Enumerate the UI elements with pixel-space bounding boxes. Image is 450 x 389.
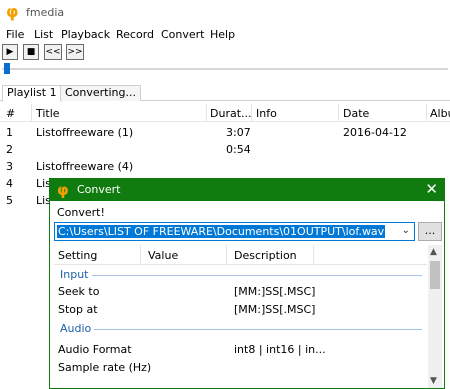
play-button[interactable]: ▶ xyxy=(2,44,18,60)
playlist-header: # Title Durat... Info Date Albu xyxy=(0,104,450,122)
col-header-number[interactable]: # xyxy=(6,107,15,120)
col-header-duration[interactable]: Durat... xyxy=(210,107,252,120)
setting-name: Seek to xyxy=(58,285,100,298)
row-number: 1 xyxy=(6,126,13,139)
toolbar: ▶ ■ << >> xyxy=(0,44,450,62)
setting-name: Audio Format xyxy=(58,343,132,356)
playlist-row[interactable]: 3 Listoffreeware (4) xyxy=(0,158,450,175)
col-header-date[interactable]: Date xyxy=(343,107,369,120)
menu-playback[interactable]: Playback xyxy=(61,28,110,41)
setting-row[interactable]: Sample rate (Hz) xyxy=(54,359,427,377)
column-divider xyxy=(338,104,339,122)
setting-description: [MM:]SS[.MSC] xyxy=(234,285,316,298)
menu-bar: File List Playback Record Convert Help xyxy=(0,26,450,44)
menu-file[interactable]: File xyxy=(6,28,24,41)
scroll-up-icon[interactable]: ▲ xyxy=(430,247,437,257)
row-duration: 0:54 xyxy=(226,143,251,156)
col-header-setting[interactable]: Setting xyxy=(58,249,97,262)
column-divider xyxy=(31,104,32,122)
tab-playlist-1[interactable]: Playlist 1 xyxy=(2,85,62,102)
column-divider xyxy=(226,245,227,265)
close-icon[interactable]: ✕ xyxy=(425,180,438,198)
convert-label: Convert! xyxy=(57,206,105,219)
column-divider xyxy=(251,104,252,122)
next-button[interactable]: >> xyxy=(66,44,84,60)
chevron-down-icon[interactable]: ⌄ xyxy=(402,225,410,236)
previous-button[interactable]: << xyxy=(44,44,62,60)
fmedia-logo-icon: φ xyxy=(6,2,19,21)
group-divider xyxy=(94,329,422,330)
column-divider xyxy=(140,245,141,265)
seek-bar[interactable] xyxy=(2,68,448,70)
col-header-info[interactable]: Info xyxy=(256,107,277,120)
tab-bar: Playlist 1 Converting... xyxy=(0,85,450,102)
window-title: fmedia xyxy=(26,6,65,19)
row-duration: 3:07 xyxy=(226,126,251,139)
row-title: Listoffreeware (1) xyxy=(36,126,134,139)
vertical-scrollbar[interactable]: ▲ ▼ xyxy=(428,245,442,388)
dialog-title: Convert xyxy=(77,183,121,196)
row-number: 4 xyxy=(6,177,13,190)
menu-help[interactable]: Help xyxy=(210,28,235,41)
playlist-row[interactable]: 2 0:54 xyxy=(0,141,450,158)
setting-row[interactable]: Seek to [MM:]SS[.MSC] xyxy=(54,283,427,301)
settings-grid-header: Setting Value Description xyxy=(54,245,427,265)
setting-name: Sample rate (Hz) xyxy=(58,361,152,374)
group-header-audio: Audio xyxy=(60,322,92,335)
row-number: 2 xyxy=(6,143,13,156)
seek-thumb[interactable] xyxy=(4,63,10,74)
output-path-text[interactable]: C:\Users\LIST OF FREEWARE\Documents\01OU… xyxy=(57,225,386,238)
tab-converting[interactable]: Converting... xyxy=(60,85,141,101)
col-header-album[interactable]: Albu xyxy=(430,107,450,120)
setting-row[interactable]: Audio Format int8 | int16 | in... xyxy=(54,341,427,359)
row-title: Listoffreeware (4) xyxy=(36,160,134,173)
col-header-title[interactable]: Title xyxy=(36,107,60,120)
setting-description: int8 | int16 | in... xyxy=(234,343,326,356)
menu-list[interactable]: List xyxy=(34,28,53,41)
group-divider xyxy=(92,275,422,276)
col-header-value[interactable]: Value xyxy=(148,249,178,262)
stop-button[interactable]: ■ xyxy=(23,44,39,60)
output-path-combobox[interactable]: C:\Users\LIST OF FREEWARE\Documents\01OU… xyxy=(54,222,415,241)
column-divider xyxy=(313,245,314,265)
dialog-titlebar[interactable]: φ Convert ✕ xyxy=(50,179,444,201)
setting-row[interactable]: Stop at [MM:]SS[.MSC] xyxy=(54,301,427,319)
scroll-down-icon[interactable]: ▼ xyxy=(430,376,437,386)
menu-convert[interactable]: Convert xyxy=(161,28,205,41)
row-number: 3 xyxy=(6,160,13,173)
convert-dialog: φ Convert ✕ Convert! C:\Users\LIST OF FR… xyxy=(49,178,445,389)
column-divider xyxy=(206,104,207,122)
col-header-description[interactable]: Description xyxy=(234,249,297,262)
setting-name: Stop at xyxy=(58,303,98,316)
scroll-thumb[interactable] xyxy=(430,261,440,289)
group-header-input: Input xyxy=(60,268,89,281)
column-divider xyxy=(426,104,427,122)
row-number: 5 xyxy=(6,194,13,207)
menu-record[interactable]: Record xyxy=(116,28,154,41)
row-date: 2016-04-12 xyxy=(343,126,407,139)
setting-description: [MM:]SS[.MSC] xyxy=(234,303,316,316)
browse-button[interactable]: ... xyxy=(418,222,442,241)
fmedia-logo-icon: φ xyxy=(57,181,69,199)
window-titlebar: φ fmedia xyxy=(0,0,450,26)
playlist-row[interactable]: 1 Listoffreeware (1) 3:07 2016-04-12 xyxy=(0,124,450,141)
